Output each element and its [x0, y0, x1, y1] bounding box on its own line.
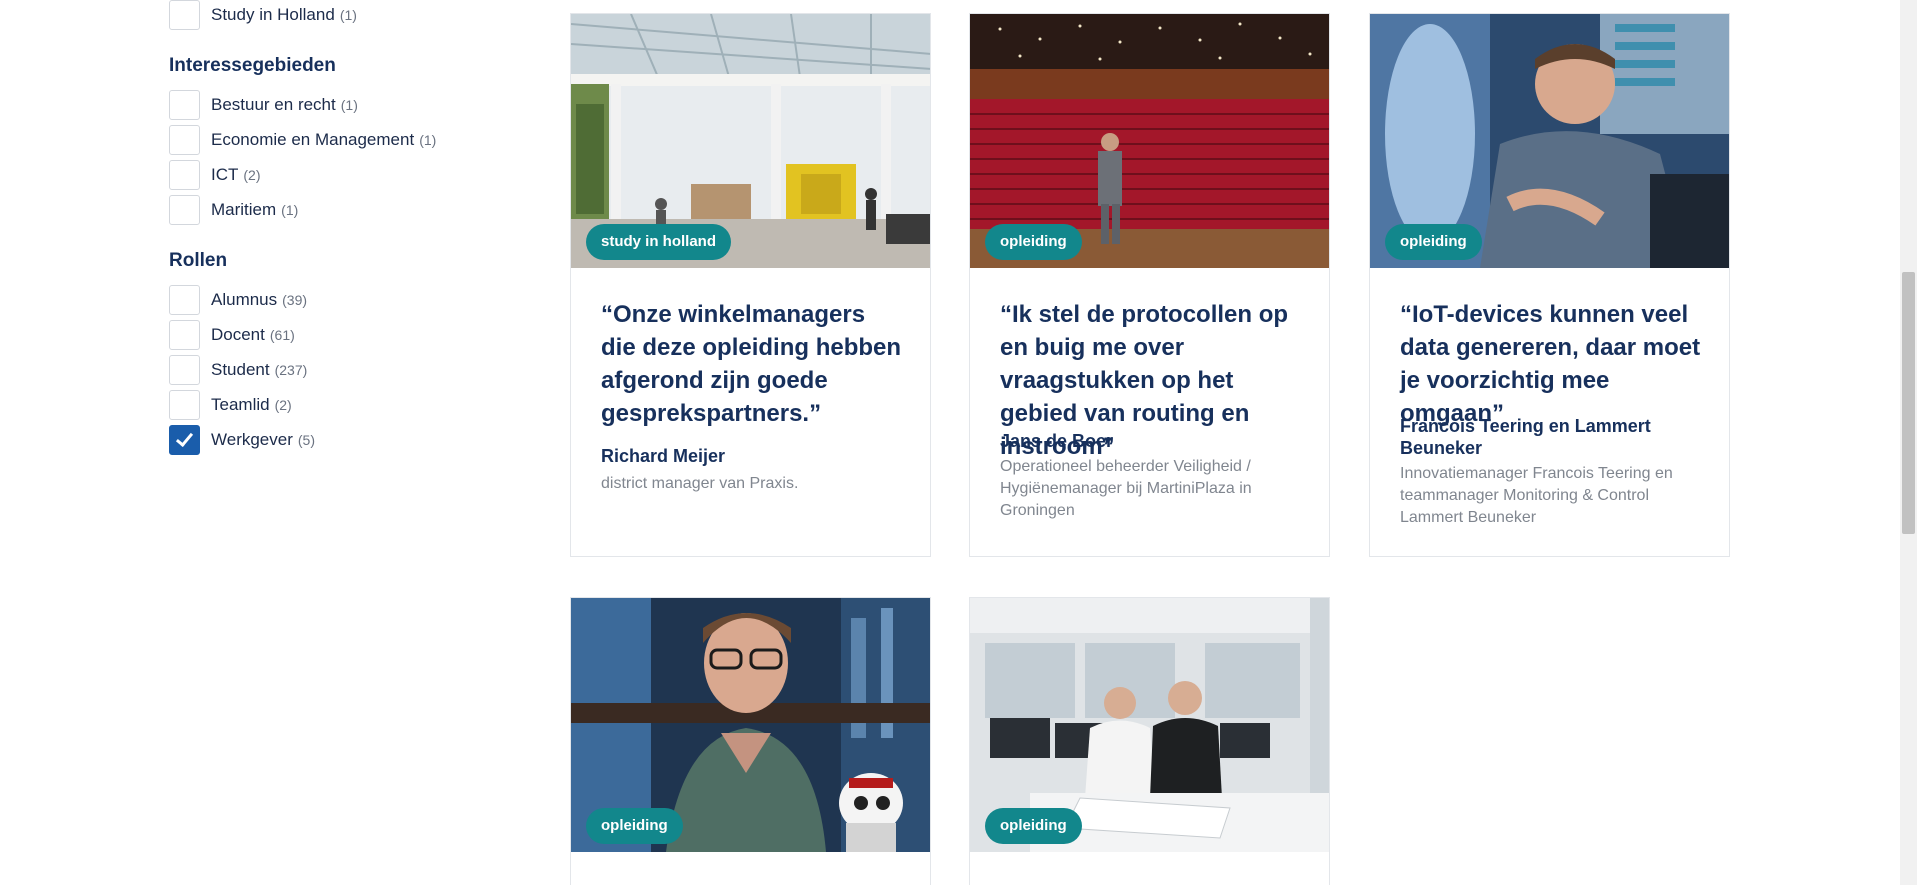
filter-count: (1) [340, 97, 358, 113]
filter-label: Bestuur en recht [211, 95, 336, 114]
filter-ict[interactable]: ICT (2) [169, 160, 261, 190]
filter-label: Teamlid [211, 395, 270, 414]
filter-student[interactable]: Student (237) [169, 355, 307, 385]
filter-count: (237) [274, 362, 308, 378]
filter-teamlid[interactable]: Teamlid (2) [169, 390, 292, 420]
card-person-name: Jans de Boer [1000, 431, 1114, 451]
filter-label: Economie en Management [211, 130, 415, 149]
card-tag[interactable]: opleiding [1385, 224, 1482, 260]
checkbox[interactable] [169, 320, 200, 350]
filter-count: (1) [339, 7, 357, 23]
card-image: study in holland [571, 14, 930, 268]
filter-count: (1) [419, 132, 437, 148]
filter-label: Maritiem [211, 200, 277, 219]
card-body: “IoT-devices kunnen veel data genereren,… [1400, 298, 1704, 529]
filter-label: ICT [211, 165, 239, 184]
checkbox[interactable] [169, 355, 200, 385]
filter-label: Werkgever [211, 430, 293, 449]
card-image: opleiding [970, 598, 1329, 852]
filter-label: Docent [211, 325, 265, 344]
filter-bestuur-en-recht[interactable]: Bestuur en recht (1) [169, 90, 358, 120]
checkbox[interactable] [169, 285, 200, 315]
filter-study-in-holland[interactable]: Study in Holland (1) [169, 0, 357, 30]
filter-werkgever[interactable]: Werkgever (5) [169, 425, 315, 455]
filter-count: (2) [243, 167, 261, 183]
checkmark-icon [175, 428, 194, 448]
filter-label: Alumnus [211, 290, 278, 309]
checkbox[interactable] [169, 125, 200, 155]
checkbox[interactable] [169, 90, 200, 120]
story-card[interactable]: opleiding “Ik stel de protocollen op en … [969, 13, 1330, 557]
card-quote: “Onze winkelmanagers die deze opleiding … [601, 301, 902, 427]
card-image: opleiding [970, 14, 1329, 268]
card-image: opleiding [1370, 14, 1729, 268]
story-card[interactable]: study in holland “Onze winkelmanagers di… [570, 13, 931, 557]
story-card[interactable]: opleiding [570, 597, 931, 885]
card-person-role: Operationeel beheerder Veiligheid / Hygi… [1000, 458, 1252, 519]
card-person-name: Richard Meijer [601, 446, 726, 466]
story-card[interactable]: opleiding [969, 597, 1330, 885]
card-tag[interactable]: opleiding [985, 808, 1082, 844]
card-body: “Ik stel de protocollen op en buig me ov… [1000, 298, 1304, 522]
filter-economie-en-management[interactable]: Economie en Management (1) [169, 125, 436, 155]
card-body: “Onze winkelmanagers die deze opleiding … [601, 298, 905, 495]
filter-count: (61) [269, 327, 295, 343]
filter-label: Student [211, 360, 270, 379]
card-tag[interactable]: opleiding [586, 808, 683, 844]
filter-docent[interactable]: Docent (61) [169, 320, 295, 350]
card-image: opleiding [571, 598, 930, 852]
interest-heading: Interessegebieden [169, 55, 336, 76]
card-tag[interactable]: study in holland [586, 224, 731, 260]
filter-maritiem[interactable]: Maritiem (1) [169, 195, 298, 225]
filter-count: (2) [274, 397, 292, 413]
story-card[interactable]: opleiding “IoT-devices kunnen veel data … [1369, 13, 1730, 557]
filter-alumnus[interactable]: Alumnus (39) [169, 285, 307, 315]
filter-count: (5) [297, 432, 316, 448]
checkbox[interactable] [169, 195, 200, 225]
filter-count: (1) [281, 202, 299, 218]
checkbox-checked[interactable] [169, 425, 200, 455]
card-quote: “IoT-devices kunnen veel data genereren,… [1400, 301, 1701, 427]
card-person-role: district manager van Praxis. [601, 475, 799, 492]
scrollbar-thumb[interactable] [1902, 272, 1915, 534]
card-person-role: Innovatiemanager Francois Teering en tea… [1400, 465, 1673, 526]
checkbox[interactable] [169, 0, 200, 30]
filter-count: (39) [282, 292, 308, 308]
page-scrollbar[interactable] [1900, 0, 1917, 885]
roles-heading: Rollen [169, 250, 228, 271]
checkbox[interactable] [169, 390, 200, 420]
card-tag[interactable]: opleiding [985, 224, 1082, 260]
card-person-name: Francois Teering en Lammert Beuneker [1400, 416, 1651, 458]
filter-label: Study in Holland [211, 5, 335, 24]
checkbox[interactable] [169, 160, 200, 190]
